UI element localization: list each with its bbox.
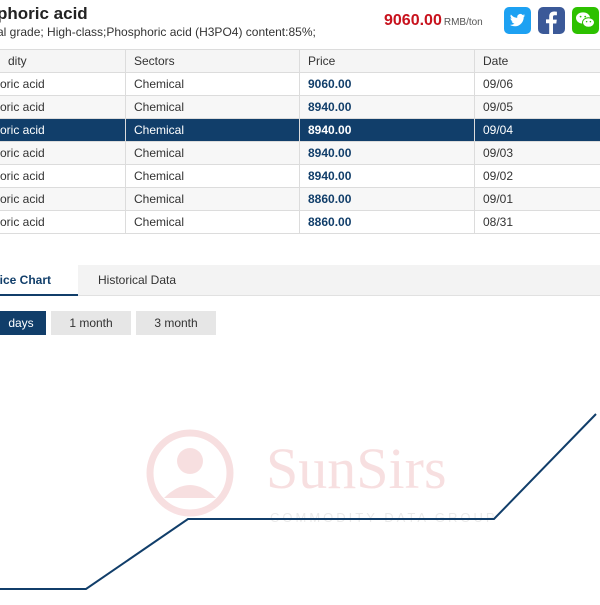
table-row[interactable]: oric acidChemical8940.0009/04	[0, 119, 600, 142]
range-days-button[interactable]: days	[0, 311, 46, 335]
cell-price: 8940.00	[300, 165, 475, 188]
facebook-share-button[interactable]	[538, 7, 565, 34]
cell-sector: Chemical	[126, 96, 300, 119]
table-row[interactable]: oric acidChemical8860.0009/01	[0, 188, 600, 211]
wechat-icon	[572, 7, 599, 34]
cell-date: 09/05	[475, 96, 600, 119]
column-header-commodity[interactable]: dity	[0, 50, 126, 73]
cell-date: 09/01	[475, 188, 600, 211]
price-chart: SunSirs COMMODITY DATA GROUP	[0, 338, 600, 600]
current-price: 9060.00RMB/ton	[384, 12, 483, 30]
watermark-logo-body	[164, 485, 216, 498]
cell-price: 8860.00	[300, 211, 475, 234]
cell-date: 09/04	[475, 119, 600, 142]
cell-commodity: oric acid	[0, 73, 126, 96]
cell-price: 8860.00	[300, 188, 475, 211]
cell-sector: Chemical	[126, 165, 300, 188]
table-row[interactable]: oric acidChemical8940.0009/03	[0, 142, 600, 165]
cell-commodity: oric acid	[0, 119, 126, 142]
watermark: SunSirs COMMODITY DATA GROUP	[150, 433, 498, 525]
cell-commodity: oric acid	[0, 96, 126, 119]
tab-historical-data[interactable]: Historical Data	[98, 265, 176, 295]
current-price-value: 9060.00	[384, 12, 442, 29]
table-row[interactable]: oric acidChemical9060.0009/06	[0, 73, 600, 96]
cell-price: 8940.00	[300, 142, 475, 165]
table-header-row: dity Sectors Price Date	[0, 50, 600, 73]
cell-sector: Chemical	[126, 142, 300, 165]
cell-commodity: oric acid	[0, 188, 126, 211]
watermark-text: SunSirs	[266, 436, 447, 501]
cell-commodity: oric acid	[0, 165, 126, 188]
page-title: phoric acid	[0, 4, 88, 24]
facebook-icon	[538, 7, 565, 34]
column-header-price[interactable]: Price	[300, 50, 475, 73]
table-row[interactable]: oric acidChemical8940.0009/02	[0, 165, 600, 188]
chart-tab-bar: rice Chart Historical Data	[0, 265, 600, 296]
wechat-share-button[interactable]	[572, 7, 599, 34]
cell-sector: Chemical	[126, 211, 300, 234]
table-row[interactable]: oric acidChemical8860.0008/31	[0, 211, 600, 234]
product-spec: al grade; High-class;Phosphoric acid (H3…	[0, 25, 316, 39]
cell-price: 8940.00	[300, 96, 475, 119]
column-header-sectors[interactable]: Sectors	[126, 50, 300, 73]
column-header-date[interactable]: Date	[475, 50, 600, 73]
table-row[interactable]: oric acidChemical8940.0009/05	[0, 96, 600, 119]
range-1-month-button[interactable]: 1 month	[51, 311, 131, 335]
watermark-subtext: COMMODITY DATA GROUP	[270, 510, 498, 525]
cell-date: 09/02	[475, 165, 600, 188]
twitter-icon	[504, 7, 531, 34]
twitter-share-button[interactable]	[504, 7, 531, 34]
range-3-month-button[interactable]: 3 month	[136, 311, 216, 335]
cell-commodity: oric acid	[0, 142, 126, 165]
price-chart-svg: SunSirs COMMODITY DATA GROUP	[0, 338, 600, 600]
cell-commodity: oric acid	[0, 211, 126, 234]
tab-price-chart-label: rice Chart	[0, 273, 51, 287]
price-unit: RMB/ton	[444, 17, 483, 28]
cell-date: 09/06	[475, 73, 600, 96]
cell-price: 8940.00	[300, 119, 475, 142]
cell-date: 08/31	[475, 211, 600, 234]
watermark-logo-head	[177, 448, 203, 474]
cell-sector: Chemical	[126, 119, 300, 142]
price-table: dity Sectors Price Date oric acidChemica…	[0, 49, 600, 234]
cell-price: 9060.00	[300, 73, 475, 96]
cell-date: 09/03	[475, 142, 600, 165]
cell-sector: Chemical	[126, 73, 300, 96]
tab-price-chart[interactable]: rice Chart	[0, 265, 78, 296]
cell-sector: Chemical	[126, 188, 300, 211]
